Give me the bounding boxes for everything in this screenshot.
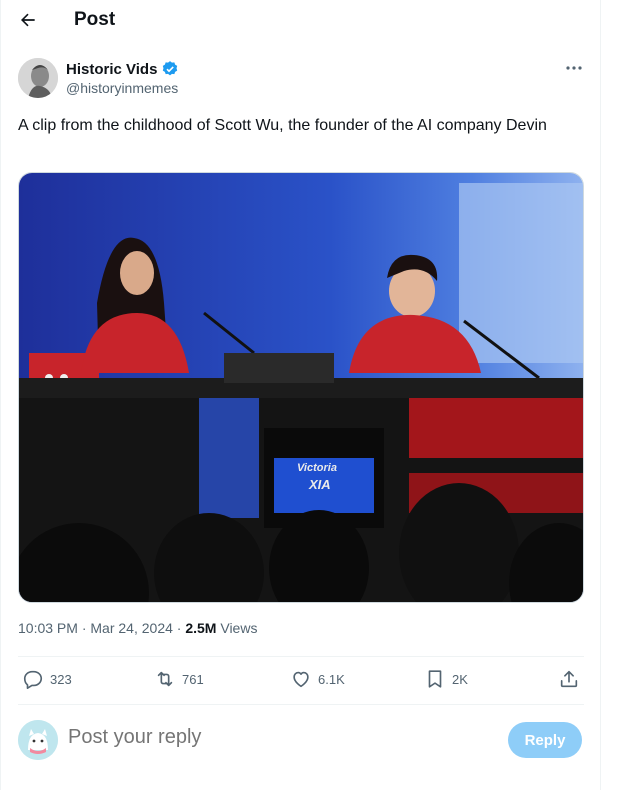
- like-action[interactable]: 6.1K: [290, 668, 345, 690]
- reply-count: 323: [50, 671, 72, 687]
- heart-icon: [293, 671, 309, 688]
- meta-separator: ·: [81, 620, 87, 636]
- post-time[interactable]: 10:03 PM: [18, 620, 78, 636]
- views-count[interactable]: 2.5M: [185, 620, 216, 636]
- post-meta: 10:03 PM · Mar 24, 2024 · 2.5M Views: [18, 620, 257, 636]
- repost-count: 761: [182, 671, 204, 687]
- user-avatar-image: [18, 720, 58, 760]
- author-name[interactable]: Historic Vids: [66, 60, 179, 78]
- post-video[interactable]: Victoria XIA: [18, 172, 584, 603]
- comment-icon: [23, 670, 43, 689]
- post-text: A clip from the childhood of Scott Wu, t…: [18, 117, 547, 134]
- author-avatar-image: [18, 58, 58, 98]
- bookmark-action[interactable]: 2K: [424, 668, 468, 690]
- verified-badge-icon: [163, 61, 178, 76]
- more-options-button[interactable]: [562, 58, 586, 78]
- meta-separator-2: ·: [176, 620, 182, 636]
- arrow-left-icon: [21, 13, 35, 27]
- reply-input[interactable]: [68, 726, 488, 749]
- post-date[interactable]: Mar 24, 2024: [90, 620, 173, 636]
- back-button[interactable]: [14, 6, 42, 34]
- share-icon: [560, 670, 578, 688]
- reply-button[interactable]: Reply: [508, 722, 582, 758]
- author-name-text: Historic Vids: [66, 60, 158, 78]
- author-avatar[interactable]: [18, 58, 58, 98]
- screen-caption-name: Victoria: [297, 462, 337, 474]
- views-label: Views: [220, 620, 258, 636]
- repost-icon: [157, 671, 173, 687]
- user-avatar[interactable]: [18, 720, 58, 760]
- screen-caption-surname: XIA: [308, 477, 331, 492]
- like-count: 6.1K: [318, 671, 345, 687]
- page-header: Post: [0, 0, 600, 40]
- post-actions: 323 761 6.1K 2K: [18, 658, 584, 702]
- bookmark-icon: [428, 670, 442, 688]
- more-horizontal-icon: [566, 66, 582, 70]
- reply-composer: Reply: [0, 712, 600, 772]
- bookmark-count: 2K: [452, 671, 468, 687]
- divider-bottom: [18, 704, 584, 705]
- author-handle[interactable]: @historyinmemes: [66, 80, 178, 96]
- page-title: Post: [74, 9, 116, 30]
- video-frame: Victoria XIA: [19, 173, 583, 602]
- divider-top: [18, 656, 584, 657]
- repost-action[interactable]: 761: [154, 668, 204, 690]
- share-action[interactable]: [558, 668, 580, 690]
- reply-action[interactable]: 323: [22, 668, 72, 690]
